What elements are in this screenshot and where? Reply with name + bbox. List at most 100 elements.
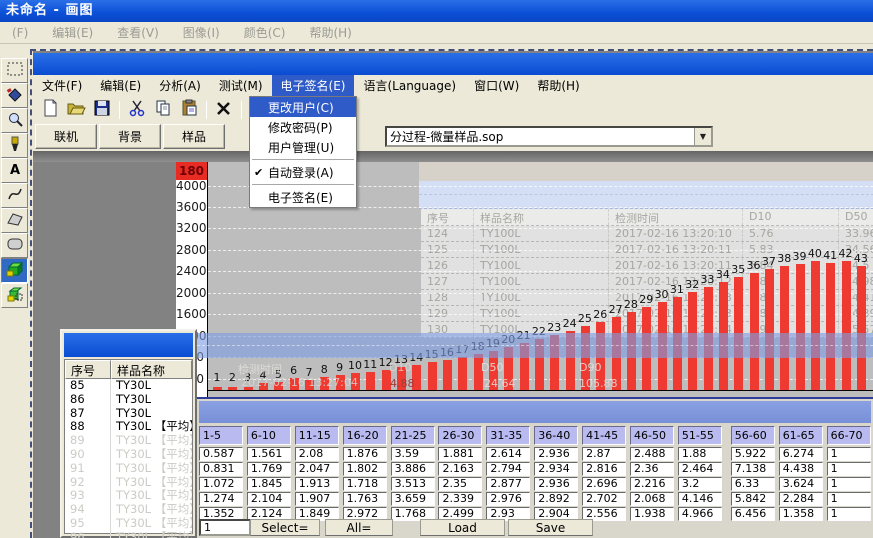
dist-cell[interactable]: 2.36: [630, 462, 674, 476]
sample-list-row[interactable]: 93TY30L 【平均】: [65, 489, 192, 503]
dist-cell[interactable]: 2.877: [486, 477, 530, 491]
app-menu-测试(M)[interactable]: 测试(M): [210, 75, 272, 96]
dist-cell[interactable]: 1.561: [247, 447, 291, 461]
sample-list-row[interactable]: 94TY30L 【平均】: [65, 503, 192, 517]
tool-magnifier[interactable]: [1, 108, 28, 133]
paste-button[interactable]: [177, 99, 201, 121]
copy-button[interactable]: [151, 99, 175, 121]
dist-cell[interactable]: 2.08: [295, 447, 339, 461]
menu-item-修改密码(P)[interactable]: 修改密码(P): [250, 117, 356, 137]
dist-cell[interactable]: 2.892: [534, 492, 578, 506]
dist-cell[interactable]: 2.936: [534, 477, 578, 491]
tool-select-rect[interactable]: [1, 58, 28, 83]
load-button[interactable]: Load: [420, 519, 505, 536]
app-menu-编辑(E)[interactable]: 编辑(E): [91, 75, 150, 96]
dist-cell[interactable]: 5.842: [731, 492, 775, 506]
dist-cell[interactable]: 2.284: [779, 492, 823, 506]
dist-cell[interactable]: 1.769: [247, 462, 291, 476]
app-menu-帮助(H)[interactable]: 帮助(H): [528, 75, 588, 96]
dist-cell[interactable]: 2.614: [486, 447, 530, 461]
sample-list-row[interactable]: 90TY30L 【平均】: [65, 448, 192, 462]
sample-list-row[interactable]: 87TY30L: [65, 407, 192, 421]
dist-cell[interactable]: 2.702: [582, 492, 626, 506]
dist-cell[interactable]: 2.35: [438, 477, 482, 491]
dist-cell[interactable]: 6.33: [731, 477, 775, 491]
sample-history-row[interactable]: 127TY100L2017-02-16 13:20:125.834.98: [421, 274, 873, 290]
app-menu-语言(Language)[interactable]: 语言(Language): [354, 75, 465, 96]
cut-button[interactable]: [125, 99, 149, 121]
dist-cell[interactable]: 1.88: [678, 447, 722, 461]
dist-cell[interactable]: 2.339: [438, 492, 482, 506]
delete-button[interactable]: [212, 99, 236, 121]
menu-item-更改用户(C)[interactable]: 更改用户(C): [250, 97, 356, 117]
save-button[interactable]: Save: [508, 519, 593, 536]
sample-list-row[interactable]: 95TY30L 【平均】: [65, 517, 192, 531]
dist-cell[interactable]: 4.438: [779, 462, 823, 476]
dist-cell[interactable]: 2.163: [438, 462, 482, 476]
tool-polygon[interactable]: [1, 208, 28, 233]
dist-cell[interactable]: 1.274: [199, 492, 243, 506]
select-button[interactable]: Select=: [250, 519, 320, 536]
dist-cell[interactable]: 3.2: [678, 477, 722, 491]
tool-fill[interactable]: [1, 83, 28, 108]
dist-cell[interactable]: 0.587: [199, 447, 243, 461]
dist-cell[interactable]: 3.59: [391, 447, 435, 461]
app-menu-窗口(W)[interactable]: 窗口(W): [465, 75, 528, 96]
dist-cell[interactable]: 1: [827, 462, 871, 476]
dist-cell[interactable]: 3.624: [779, 477, 823, 491]
dist-cell[interactable]: 1.802: [343, 462, 387, 476]
paint-menu-item[interactable]: (F): [0, 26, 40, 40]
dist-cell[interactable]: 1: [827, 492, 871, 506]
dist-cell[interactable]: 1: [827, 477, 871, 491]
paint-menu-item[interactable]: 编辑(E): [40, 24, 105, 41]
dist-cell[interactable]: 1.845: [247, 477, 291, 491]
button-样品[interactable]: 样品: [163, 124, 225, 149]
dist-cell[interactable]: 3.659: [391, 492, 435, 506]
combo-dropdown-arrow-icon[interactable]: ▼: [694, 128, 711, 145]
paint-menu-item[interactable]: 帮助(H): [297, 24, 363, 41]
dist-cell[interactable]: 1.881: [438, 447, 482, 461]
menu-item-自动登录(A)[interactable]: ✔自动登录(A): [250, 162, 356, 182]
tool-text[interactable]: A: [1, 158, 28, 183]
sample-list-row[interactable]: 92TY30L 【平均】: [65, 476, 192, 490]
tool-cube-3d[interactable]: [1, 258, 28, 283]
dist-cell[interactable]: 2.464: [678, 462, 722, 476]
menu-item-电子签名(E)[interactable]: 电子签名(E): [250, 187, 356, 207]
dist-cell[interactable]: 2.216: [630, 477, 674, 491]
save-button[interactable]: [90, 99, 114, 121]
dist-cell[interactable]: 1.876: [343, 447, 387, 461]
dist-cell[interactable]: 3.513: [391, 477, 435, 491]
dist-cell[interactable]: 4.146: [678, 492, 722, 506]
dist-cell[interactable]: 2.488: [630, 447, 674, 461]
sop-file-combobox[interactable]: 分过程-微量样品.sop ▼: [385, 126, 713, 147]
tool-cube-fill[interactable]: [1, 283, 28, 308]
paint-menu-item[interactable]: 图像(I): [171, 24, 232, 41]
dist-cell[interactable]: 1.763: [343, 492, 387, 506]
dist-cell[interactable]: 5.922: [731, 447, 775, 461]
dist-cell[interactable]: 2.068: [630, 492, 674, 506]
dist-cell[interactable]: 1.907: [295, 492, 339, 506]
tool-curve[interactable]: [1, 183, 28, 208]
sample-list-row[interactable]: 91TY30L 【平均】: [65, 462, 192, 476]
sample-list-row[interactable]: 85TY30L: [65, 379, 192, 393]
dist-cell[interactable]: 3.886: [391, 462, 435, 476]
tool-brush[interactable]: [1, 133, 28, 158]
open-button[interactable]: [64, 99, 88, 121]
dist-cell[interactable]: 2.047: [295, 462, 339, 476]
dist-cell[interactable]: 2.976: [486, 492, 530, 506]
dist-cell[interactable]: 1.718: [343, 477, 387, 491]
dist-cell[interactable]: 2.104: [247, 492, 291, 506]
new-button[interactable]: [38, 99, 62, 121]
dist-cell[interactable]: 2.816: [582, 462, 626, 476]
dist-cell[interactable]: 2.794: [486, 462, 530, 476]
dist-cell[interactable]: 6.274: [779, 447, 823, 461]
button-背景[interactable]: 背景: [99, 124, 161, 149]
app-menu-文件(F)[interactable]: 文件(F): [33, 75, 91, 96]
paint-menu-item[interactable]: 查看(V): [105, 24, 171, 41]
dist-cell[interactable]: 1.913: [295, 477, 339, 491]
sample-list-row[interactable]: 96TY30L 【平均】: [65, 531, 192, 538]
sample-list-row[interactable]: 89TY30L 【平均】: [65, 434, 192, 448]
dist-cell[interactable]: 2.934: [534, 462, 578, 476]
dist-cell[interactable]: 2.936: [534, 447, 578, 461]
menu-item-用户管理(U)[interactable]: 用户管理(U): [250, 137, 356, 157]
